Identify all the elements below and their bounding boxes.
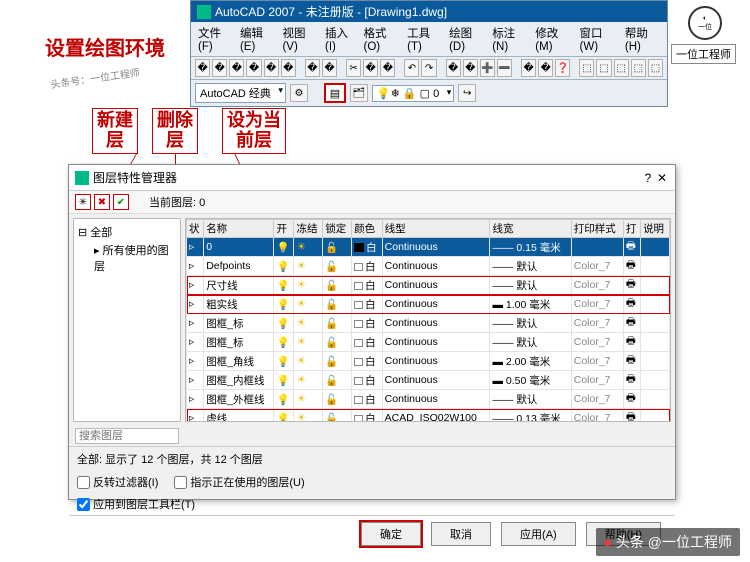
toolbar-icon[interactable]: � xyxy=(322,59,337,77)
table-row[interactable]: ▹粗实线💡☀🔓白Continuous▬ 1.00 毫米Color_7🖶 xyxy=(187,295,670,314)
toolbar-icon[interactable]: � xyxy=(281,59,296,77)
toolbar-workspace-layer: AutoCAD 经典 ⚙ ▤ 🗂 💡❄ 🔒 ▢ 0 ↪ xyxy=(191,79,667,106)
app-title: AutoCAD 2007 - 未注册版 - [Drawing1.dwg] xyxy=(191,1,667,22)
table-row[interactable]: ▹图框_外框线💡☀🔓白Continuous—— 默认Color_7🖶 xyxy=(187,390,670,409)
table-row[interactable]: ▹图框_标💡☀🔓白Continuous—— 默认Color_7🖶 xyxy=(187,333,670,352)
callout-set-current: 设为当前层 xyxy=(222,108,286,154)
app-icon xyxy=(197,5,211,19)
filter-tree[interactable]: ⊟ 全部 ▸ 所有使用的图层 xyxy=(73,218,181,422)
toolbar-icon[interactable]: ⬚ xyxy=(596,59,611,77)
current-layer-label: 当前图层: 0 xyxy=(149,194,205,210)
callout-new-layer: 新建层 xyxy=(92,108,138,154)
layer-table[interactable]: 状名称开冻结锁定颜色线型线宽打印样式打说明 ▹0💡☀🔓白Continuous——… xyxy=(185,218,671,422)
toolbar-icon[interactable]: � xyxy=(229,59,244,77)
menu-item[interactable]: 格式(O) xyxy=(360,24,402,54)
app-title-text: AutoCAD 2007 - 未注册版 - [Drawing1.dwg] xyxy=(215,3,447,20)
table-row[interactable]: ▹虚线💡☀🔓白ACAD_ISO02W100—— 0.13 毫米Color_7🖶 xyxy=(187,409,670,423)
toolbar-icon[interactable]: ⬚ xyxy=(648,59,663,77)
toolbar-icon[interactable]: ➖ xyxy=(497,59,512,77)
menu-item[interactable]: 插入(I) xyxy=(322,24,358,54)
layer-properties-dialog: 图层特性管理器 ? ✕ ✳ ✖ ✔ 当前图层: 0 ⊟ 全部 ▸ 所有使用的图层… xyxy=(68,164,676,500)
menu-item[interactable]: 文件(F) xyxy=(195,24,235,54)
toolbar-icon[interactable]: ⬚ xyxy=(614,59,629,77)
toolbar-icon[interactable]: ❓ xyxy=(555,59,570,77)
table-row[interactable]: ▹图框_内框线💡☀🔓白Continuous▬ 0.50 毫米Color_7🖶 xyxy=(187,371,670,390)
cancel-button[interactable]: 取消 xyxy=(431,522,491,546)
toolbar-icon[interactable]: � xyxy=(264,59,279,77)
menu-item[interactable]: 窗口(W) xyxy=(577,24,620,54)
set-current-button[interactable]: ✔ xyxy=(113,194,129,210)
toolbar-icon[interactable]: � xyxy=(246,59,261,77)
layer-combo[interactable]: 💡❄ 🔒 ▢ 0 xyxy=(372,85,454,102)
menu-item[interactable]: 修改(M) xyxy=(532,24,574,54)
menu-item[interactable]: 帮助(H) xyxy=(622,24,663,54)
menu-item[interactable]: 绘图(D) xyxy=(446,24,487,54)
toolbar-icon[interactable]: ↷ xyxy=(421,59,436,77)
toolbar-icon[interactable]: ➕ xyxy=(480,59,495,77)
menu-item[interactable]: 编辑(E) xyxy=(237,24,278,54)
tree-inuse[interactable]: ▸ 所有使用的图层 xyxy=(78,241,176,275)
help-icon[interactable]: ? xyxy=(641,171,655,185)
toolbar-icon[interactable]: � xyxy=(521,59,536,77)
callout-delete-layer: 删除层 xyxy=(152,108,198,154)
logo-label: 一位工程师 xyxy=(671,44,736,64)
toolbar-icon[interactable]: ✂ xyxy=(346,59,361,77)
layermove-icon[interactable]: ↪ xyxy=(458,84,476,102)
dialog-title: 图层特性管理器 xyxy=(93,169,177,186)
toolbar-icon[interactable]: � xyxy=(212,59,227,77)
menu-bar: 文件(F)编辑(E)视图(V)插入(I)格式(O)工具(T)绘图(D)标注(N)… xyxy=(191,22,667,56)
toolbar-icon[interactable]: ⬚ xyxy=(631,59,646,77)
toolbar-icon[interactable]: � xyxy=(538,59,553,77)
table-row[interactable]: ▹尺寸线💡☀🔓白Continuous—— 默认Color_7🖶 xyxy=(187,276,670,295)
dialog-icon xyxy=(75,171,89,185)
layer-states-icon[interactable]: 🗂 xyxy=(350,84,368,102)
watermark: 头条 @一位工程师 xyxy=(596,528,740,556)
table-row[interactable]: ▹图框_标💡☀🔓白Continuous—— 默认Color_7🖶 xyxy=(187,314,670,333)
table-row[interactable]: ▹Defpoints💡☀🔓白Continuous—— 默认Color_7🖶 xyxy=(187,257,670,276)
tree-root[interactable]: ⊟ 全部 xyxy=(78,223,176,241)
autocad-titlebar-area: AutoCAD 2007 - 未注册版 - [Drawing1.dwg] 文件(… xyxy=(190,0,668,107)
toolbar-icon[interactable]: � xyxy=(446,59,461,77)
table-header: 状名称开冻结锁定颜色线型线宽打印样式打说明 xyxy=(187,220,670,238)
chk-invert-filter[interactable]: 反转过滤器(I) xyxy=(77,474,158,490)
toolbar-icon[interactable]: � xyxy=(305,59,320,77)
chk-apply-toolbar[interactable]: 应用到图层工具栏(T) xyxy=(77,496,195,512)
workspace-combo[interactable]: AutoCAD 经典 xyxy=(195,83,286,103)
slide-title: 设置绘图环境 xyxy=(45,32,165,61)
status-text: 全部: 显示了 12 个图层，共 12 个图层 xyxy=(69,446,675,471)
toolbar-icon[interactable]: � xyxy=(380,59,395,77)
delete-layer-button[interactable]: ✖ xyxy=(94,194,110,210)
toolbar-icon[interactable]: � xyxy=(363,59,378,77)
toolbar-icon[interactable]: ⬚ xyxy=(579,59,594,77)
settings-icon[interactable]: ⚙ xyxy=(290,84,308,102)
toolbar-icon[interactable]: � xyxy=(195,59,210,77)
layer-properties-button[interactable]: ▤ xyxy=(324,83,346,103)
logo-icon: ◐一位 xyxy=(688,6,722,40)
table-row[interactable]: ▹图框_角线💡☀🔓白Continuous▬ 2.00 毫米Color_7🖶 xyxy=(187,352,670,371)
apply-button[interactable]: 应用(A) xyxy=(501,522,576,546)
menu-item[interactable]: 标注(N) xyxy=(489,24,530,54)
toolbar-standard: 📄📂💾🖨✂📋↶↷🔍➕➖🖌❓⬚⬚⬚⬚⬚ xyxy=(191,56,667,79)
menu-item[interactable]: 视图(V) xyxy=(279,24,320,54)
toolbar-icon[interactable]: ↶ xyxy=(404,59,419,77)
close-icon[interactable]: ✕ xyxy=(655,171,669,185)
chk-inuse[interactable]: 指示正在使用的图层(U) xyxy=(174,474,304,490)
ok-button[interactable]: 确定 xyxy=(361,522,421,546)
search-input[interactable] xyxy=(75,428,179,444)
table-row[interactable]: ▹0💡☀🔓白Continuous—— 0.15 毫米🖶 xyxy=(187,238,670,257)
menu-item[interactable]: 工具(T) xyxy=(404,24,444,54)
toolbar-icon[interactable]: � xyxy=(463,59,478,77)
new-layer-button[interactable]: ✳ xyxy=(75,194,91,210)
author-stamp: 头条号：一位工程师 xyxy=(49,64,140,91)
